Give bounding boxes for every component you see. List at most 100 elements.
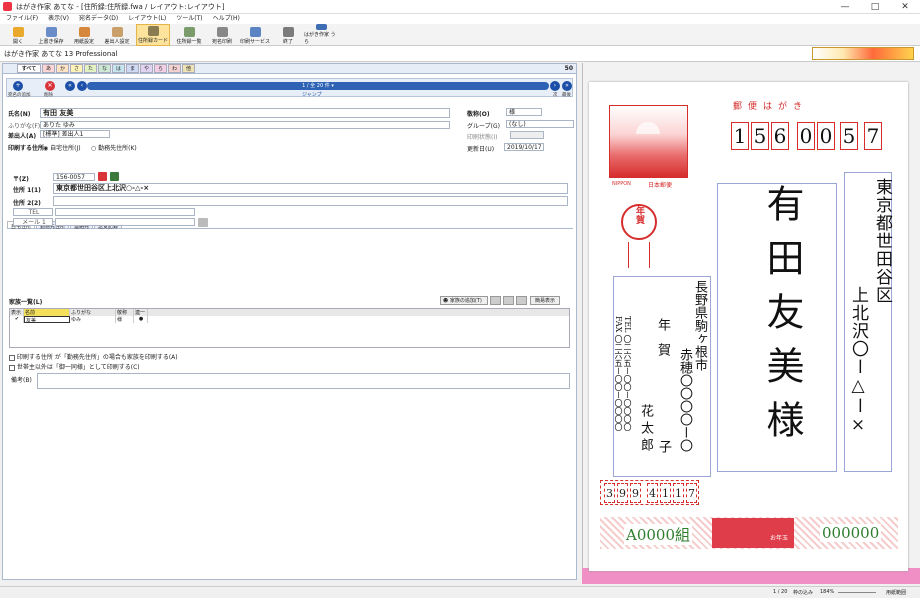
mail-field[interactable] bbox=[55, 218, 195, 226]
family-title: 家族一覧(L) bbox=[9, 299, 43, 306]
group-select[interactable]: (なし) bbox=[506, 120, 574, 128]
title-select[interactable]: 様 bbox=[506, 108, 542, 116]
sender-setup-button[interactable]: 差出人設定 bbox=[100, 24, 134, 46]
print-work-radio[interactable]: ○ 勤務先住所(K) bbox=[91, 143, 137, 152]
updated-field: 2019/10/17 bbox=[504, 143, 544, 151]
folder-icon bbox=[12, 27, 24, 37]
print-address-label: 印刷する住所 bbox=[8, 145, 45, 152]
kana-tab-other[interactable]: 他 bbox=[182, 64, 195, 73]
sender-name-line1: 年賀 bbox=[655, 318, 670, 368]
group-label: グループ(G) bbox=[467, 123, 500, 130]
maximize-button[interactable]: □ bbox=[860, 0, 890, 14]
paper-setup-button[interactable]: 用紙設定 bbox=[70, 24, 98, 46]
sender-zip-digit: 4 bbox=[647, 483, 658, 503]
remarks-field[interactable] bbox=[37, 373, 570, 389]
next-record-button[interactable]: › bbox=[550, 81, 560, 91]
family-up-icon[interactable] bbox=[503, 296, 514, 305]
promo-banner-image[interactable] bbox=[812, 47, 914, 60]
jump-label[interactable]: ジャンプ bbox=[302, 91, 322, 98]
zip-copy-icon[interactable] bbox=[110, 172, 119, 181]
sender-address2: 赤穂〇〇〇〇ー〇 bbox=[677, 348, 692, 452]
sender-zip-digit: 9 bbox=[617, 483, 628, 503]
mail-type-select[interactable]: メール 1 bbox=[13, 218, 53, 226]
tel-field[interactable] bbox=[55, 208, 195, 216]
menu-layout[interactable]: レイアウト(L) bbox=[128, 14, 166, 24]
address2-field[interactable] bbox=[53, 196, 568, 206]
kana-tab-ya[interactable]: や bbox=[140, 64, 153, 73]
save-icon bbox=[45, 27, 57, 37]
close-button[interactable]: ✕ bbox=[890, 0, 920, 14]
kana-tab-ha[interactable]: は bbox=[112, 64, 125, 73]
name-field[interactable]: 有田 友美 bbox=[40, 108, 450, 118]
zip-field[interactable]: 156-0057 bbox=[53, 173, 95, 181]
recipient-zip-digit: 5 bbox=[751, 122, 769, 150]
kana-tab-all[interactable]: すべて bbox=[17, 64, 41, 73]
menu-help[interactable]: ヘルプ(H) bbox=[213, 14, 240, 24]
open-button[interactable]: 開く bbox=[4, 24, 32, 46]
status-page: 1 / 20 bbox=[773, 589, 788, 595]
add-record-button[interactable]: + bbox=[13, 81, 23, 91]
print-button[interactable]: 宛名印刷 bbox=[208, 24, 236, 46]
furigana-field[interactable]: ありた ゆみ bbox=[40, 121, 450, 129]
kana-tab-sa[interactable]: さ bbox=[70, 64, 83, 73]
kana-tab-ma[interactable]: ま bbox=[126, 64, 139, 73]
kana-tab-a[interactable]: あ bbox=[42, 64, 55, 73]
print-home-radio[interactable]: ◉ 自宅住所(J) bbox=[43, 143, 81, 152]
option-family-work-checkbox[interactable]: 印刷する住所 が「勤務先住所」の場合も家族を印刷する(A) bbox=[9, 352, 178, 361]
stamp-text: 日本郵便 bbox=[648, 182, 673, 189]
kana-tab-ka[interactable]: か bbox=[56, 64, 69, 73]
app-icon bbox=[3, 2, 12, 11]
kana-tab-ra[interactable]: ら bbox=[154, 64, 167, 73]
status-fit: 枠の込み bbox=[793, 590, 814, 596]
option-household-checkbox[interactable]: 世帯主以外は「御一同様」として印刷する(C) bbox=[9, 362, 140, 371]
zoom-slider[interactable] bbox=[838, 592, 876, 593]
print-service-button[interactable]: 印刷サービス bbox=[238, 24, 272, 46]
address1-label: 住所 1(1) bbox=[13, 187, 41, 194]
sender-name-line2: 花太郎 bbox=[638, 404, 653, 455]
back-side-button[interactable]: はがき作家 うら bbox=[304, 24, 338, 46]
exit-button[interactable]: 終了 bbox=[274, 24, 302, 46]
last-record-label: 最後 bbox=[562, 93, 571, 98]
printed-label: 印刷状態(I) bbox=[467, 134, 498, 141]
print-service-icon bbox=[249, 27, 261, 37]
tel-type-select[interactable]: TEL bbox=[13, 208, 53, 216]
simple-view-button[interactable]: 簡易表示 bbox=[530, 296, 560, 305]
lottery-number: 000000 bbox=[820, 524, 882, 542]
record-position-bar[interactable]: 1 / 全 20 件 ▾ bbox=[87, 82, 549, 90]
add-record-label: 宛名の追加 bbox=[8, 93, 31, 98]
kana-tab-wa[interactable]: わ bbox=[168, 64, 181, 73]
status-view: 用紙範囲 bbox=[886, 590, 907, 596]
address-card-button[interactable]: 住所録カード bbox=[136, 24, 170, 46]
furigana-label: ふりがな(F) bbox=[8, 123, 41, 130]
menu-file[interactable]: ファイル(F) bbox=[6, 14, 38, 24]
family-down-icon[interactable] bbox=[516, 296, 527, 305]
delete-record-button[interactable]: ✕ bbox=[45, 81, 55, 91]
kana-tabs: すべて あ か さ た な は ま や ら わ 他 50 bbox=[3, 64, 576, 74]
prev-record-button[interactable]: ‹ bbox=[77, 81, 87, 91]
add-family-button[interactable]: ☻ 家族の追加(T) bbox=[440, 296, 488, 305]
kana-tab-na[interactable]: な bbox=[98, 64, 111, 73]
sender-select[interactable]: [標準] 差出人1 bbox=[40, 130, 110, 138]
save-button[interactable]: 上書き保存 bbox=[34, 24, 68, 46]
menu-view[interactable]: 表示(V) bbox=[48, 14, 69, 24]
minimize-button[interactable]: — bbox=[830, 0, 860, 14]
kana-tab-ta[interactable]: た bbox=[84, 64, 97, 73]
zip-lookup-icon[interactable] bbox=[98, 172, 107, 181]
address-list-button[interactable]: 住所録一覧 bbox=[172, 24, 206, 46]
newyear-postmark-icon: 年賀 bbox=[621, 204, 657, 240]
table-row[interactable]: ✔ 友美 ゆみ 様 ● bbox=[10, 316, 569, 324]
lottery-group: A0000組 bbox=[624, 524, 693, 545]
recipient-address-line2: 上北沢〇ー△ー× bbox=[848, 286, 868, 436]
record-navigator: + 宛名の追加 ✕ 削除 « ‹ 1 / 全 20 件 ▾ ジャンプ › 次 »… bbox=[6, 78, 573, 98]
menu-data[interactable]: 宛名データ(D) bbox=[79, 14, 118, 24]
address1-field[interactable]: 東京都世田谷区上北沢○-△-× bbox=[53, 183, 568, 194]
last-record-button[interactable]: » bbox=[562, 81, 572, 91]
zip-label: 〒(Z) bbox=[13, 176, 29, 183]
menu-tools[interactable]: ツール(T) bbox=[176, 14, 202, 24]
family-delete-icon[interactable] bbox=[490, 296, 501, 305]
mail-send-icon[interactable] bbox=[198, 218, 208, 227]
paper-setup-icon bbox=[78, 27, 90, 37]
window-title: はがき作家 あてな - [住所録:住所録.fwa / レイアウト:レイアウト] bbox=[16, 3, 225, 11]
first-record-button[interactable]: « bbox=[65, 81, 75, 91]
sender-zip-digit: 7 bbox=[686, 483, 697, 503]
